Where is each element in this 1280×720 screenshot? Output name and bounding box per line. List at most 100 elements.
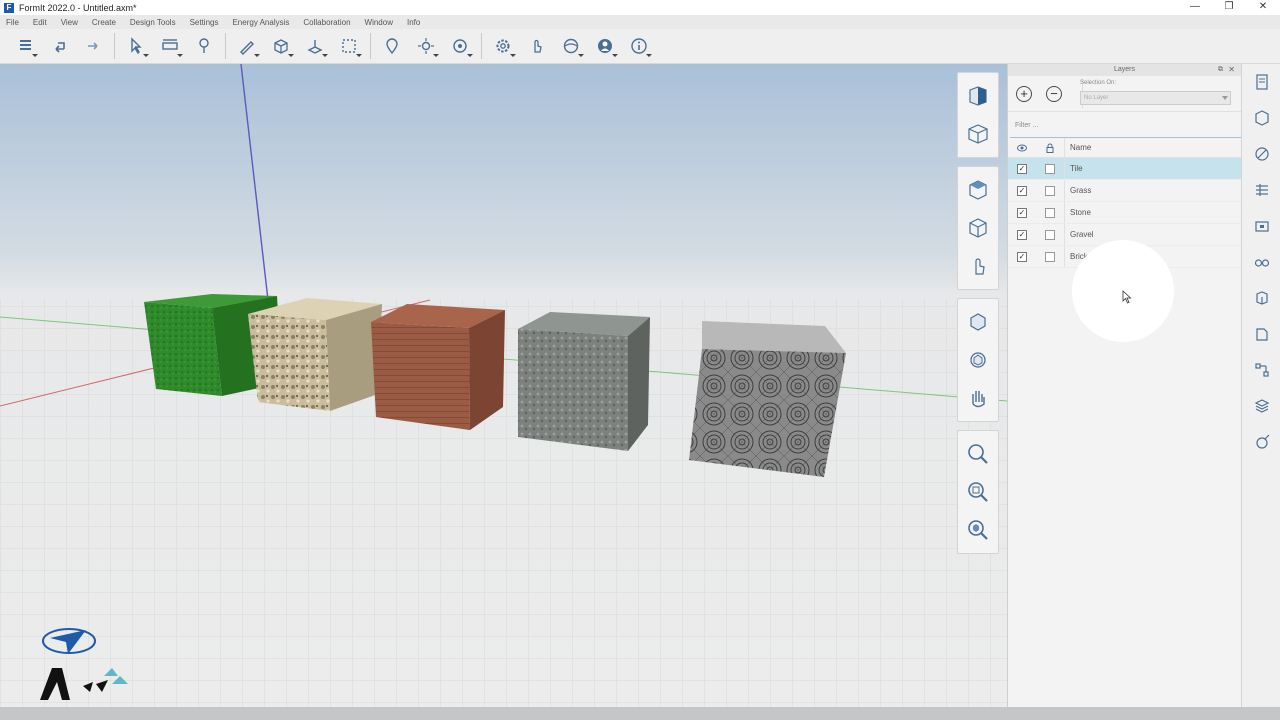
info-button[interactable]	[622, 31, 656, 61]
styles-tab[interactable]	[1242, 136, 1280, 172]
menu-file[interactable]: File	[6, 18, 19, 27]
layer-row-stone[interactable]: ✓ Stone	[1008, 202, 1241, 224]
group-button[interactable]	[332, 31, 366, 61]
location-icon	[386, 38, 398, 55]
toolbar-separator	[370, 33, 371, 59]
orbit-button[interactable]	[958, 303, 998, 341]
menu-design-tools[interactable]: Design Tools	[130, 18, 176, 27]
selection-on-dropdown[interactable]: No Layer	[1080, 91, 1231, 105]
zoom-button[interactable]	[958, 435, 998, 473]
layers-stack-icon	[1254, 399, 1269, 413]
lock-checkbox[interactable]	[1045, 207, 1055, 218]
menu-info[interactable]: Info	[407, 18, 420, 27]
layer-name: Stone	[1064, 202, 1241, 223]
menu-view[interactable]: View	[61, 18, 78, 27]
brand-logos	[38, 624, 138, 707]
layers-tab[interactable]	[1242, 388, 1280, 424]
top-view-button[interactable]	[958, 171, 998, 209]
menu-create[interactable]: Create	[92, 18, 116, 27]
zoom-extents-icon	[968, 520, 988, 540]
perspective-button[interactable]	[958, 209, 998, 247]
eye-icon[interactable]	[1017, 144, 1027, 152]
remove-layer-button[interactable]: −	[1046, 85, 1062, 102]
groups-tab[interactable]	[1242, 280, 1280, 316]
look-around-icon	[970, 352, 986, 368]
draw-icon	[240, 41, 254, 55]
layers-panel-header: Layers ⧉ ✕	[1008, 64, 1241, 76]
view-cube-iso-button[interactable]	[958, 115, 998, 153]
close-icon[interactable]: ✕	[1228, 64, 1235, 76]
share-button[interactable]	[554, 31, 588, 61]
visual-styles-tab[interactable]	[1242, 244, 1280, 280]
menu-bar: File Edit View Create Design Tools Setti…	[0, 15, 1280, 29]
menu-settings[interactable]: Settings	[190, 18, 219, 27]
menu-window[interactable]: Window	[365, 18, 393, 27]
walk-button[interactable]	[958, 247, 998, 285]
lock-icon[interactable]	[1046, 143, 1054, 153]
menu-energy-analysis[interactable]: Energy Analysis	[232, 18, 289, 27]
paint-icon	[199, 38, 209, 53]
zoom-window-button[interactable]	[958, 473, 998, 511]
camera-button[interactable]	[443, 31, 477, 61]
close-button[interactable]: ✕	[1246, 0, 1280, 15]
visible-checkbox[interactable]: ✓	[1017, 251, 1027, 262]
look-around-button[interactable]	[958, 341, 998, 379]
paint-button[interactable]	[187, 31, 221, 61]
user-button[interactable]	[588, 31, 622, 61]
info-icon	[631, 38, 647, 54]
layer-filter-input[interactable]: Filter ...	[1010, 112, 1241, 138]
modify-button[interactable]	[298, 31, 332, 61]
library-icon	[1255, 328, 1268, 341]
orbit-icon	[970, 313, 986, 331]
dynamo-tab[interactable]	[1242, 352, 1280, 388]
walk-icon	[975, 258, 985, 275]
zoom-icon	[968, 444, 988, 464]
levels-icon	[1255, 184, 1268, 196]
visible-checkbox[interactable]: ✓	[1017, 207, 1027, 218]
menu-edit[interactable]: Edit	[33, 18, 47, 27]
menu-collaboration[interactable]: Collaboration	[303, 18, 350, 27]
levels-tab[interactable]	[1242, 172, 1280, 208]
zoom-extents-button[interactable]	[958, 511, 998, 549]
pin-icon[interactable]: ⧉	[1218, 64, 1223, 76]
redo-button[interactable]	[76, 31, 110, 61]
add-layer-button[interactable]: +	[1016, 85, 1032, 102]
lock-checkbox[interactable]	[1045, 229, 1055, 240]
layer-row-grass[interactable]: ✓ Grass	[1008, 180, 1241, 202]
undo-icon	[55, 42, 65, 53]
layer-row-tile[interactable]: ✓ Tile	[1008, 158, 1241, 180]
3d-viewport[interactable]	[0, 64, 1007, 707]
visible-checkbox[interactable]: ✓	[1017, 163, 1027, 174]
location-button[interactable]	[375, 31, 409, 61]
view-cube-front-button[interactable]	[958, 77, 998, 115]
settings-button[interactable]	[486, 31, 520, 61]
main-toolbar	[0, 29, 1280, 64]
chevron-down-icon	[1222, 96, 1228, 100]
status-bar	[0, 707, 1280, 720]
select-button[interactable]	[119, 31, 153, 61]
materials-tab[interactable]	[1242, 100, 1280, 136]
plugins-tab[interactable]	[1242, 424, 1280, 460]
content-library-tab[interactable]	[1242, 316, 1280, 352]
iso-view-icon	[968, 124, 988, 144]
minimize-button[interactable]: —	[1178, 0, 1212, 15]
lock-checkbox[interactable]	[1045, 163, 1055, 174]
lock-checkbox[interactable]	[1045, 185, 1055, 196]
measure-button[interactable]	[153, 31, 187, 61]
undo-button[interactable]	[42, 31, 76, 61]
visible-checkbox[interactable]: ✓	[1017, 185, 1027, 196]
scenes-tab[interactable]	[1242, 208, 1280, 244]
lock-checkbox[interactable]	[1045, 251, 1055, 262]
restore-button[interactable]: ❐	[1212, 0, 1246, 15]
sun-button[interactable]	[409, 31, 443, 61]
draw-button[interactable]	[230, 31, 264, 61]
layers-menu-button[interactable]	[8, 31, 42, 61]
name-column-header[interactable]: Name	[1064, 138, 1241, 157]
touch-button[interactable]	[520, 31, 554, 61]
dynamo-icon	[1254, 363, 1269, 377]
pan-button[interactable]	[958, 379, 998, 417]
layers-column-header: Name	[1008, 138, 1241, 158]
visible-checkbox[interactable]: ✓	[1017, 229, 1027, 240]
solids-button[interactable]	[264, 31, 298, 61]
properties-tab[interactable]	[1242, 64, 1280, 100]
